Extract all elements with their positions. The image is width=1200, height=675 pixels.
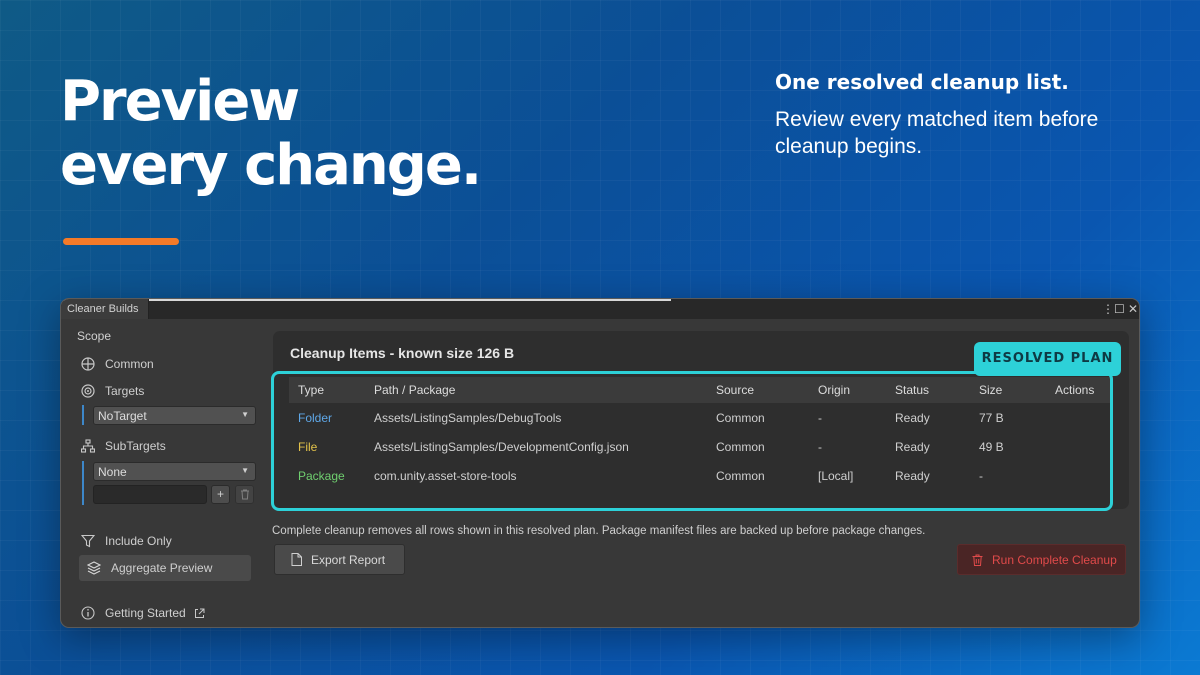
document-icon: [291, 553, 302, 566]
sidebar-item-label: Aggregate Preview: [111, 561, 213, 575]
target-icon: [81, 384, 95, 398]
filter-icon: [81, 534, 95, 548]
tagline-title: One resolved cleanup list.: [775, 70, 1069, 94]
scope-label: Scope: [77, 329, 112, 343]
maximize-icon[interactable]: ☐: [1114, 301, 1125, 317]
titlebar-highlight-line: [61, 299, 671, 301]
sidebar: Scope Common Targets NoTarget ▼ SubTarge…: [61, 319, 261, 627]
subtargets-select[interactable]: None ▼: [93, 462, 256, 481]
sidebar-item-label: Include Only: [105, 534, 172, 548]
run-complete-cleanup-button[interactable]: Run Complete Cleanup: [957, 544, 1126, 575]
cleanup-footnote: Complete cleanup removes all rows shown …: [272, 525, 926, 537]
sidebar-item-targets[interactable]: Targets: [81, 380, 144, 402]
tagline-body: Review every matched item before cleanup…: [775, 108, 1099, 158]
add-subtarget-button[interactable]: +: [211, 485, 230, 504]
external-link-icon: [194, 608, 205, 619]
resolved-plan-highlight: [271, 371, 1113, 511]
trash-icon: [972, 554, 983, 566]
layers-icon: [87, 561, 101, 575]
targets-rail: [82, 405, 84, 425]
hero-line-2: every change.: [60, 133, 482, 198]
close-icon[interactable]: ✕: [1128, 301, 1138, 317]
sidebar-item-aggregate-preview[interactable]: Aggregate Preview: [79, 555, 251, 581]
run-complete-cleanup-label: Run Complete Cleanup: [992, 552, 1117, 567]
chevron-down-icon: ▼: [241, 466, 249, 475]
chevron-down-icon: ▼: [241, 410, 249, 419]
sidebar-item-label: SubTargets: [105, 439, 166, 453]
info-icon: [81, 606, 95, 620]
window-tab[interactable]: Cleaner Builds: [61, 299, 149, 319]
window-titlebar: Cleaner Builds ⋮ ☐ ✕: [61, 299, 1139, 319]
sidebar-item-subtargets[interactable]: SubTargets: [81, 435, 166, 457]
trash-icon: [240, 489, 250, 503]
subtarget-name-input[interactable]: [93, 485, 207, 504]
hero-headline: Preview every change.: [60, 69, 482, 198]
sidebar-item-common[interactable]: Common: [81, 353, 154, 375]
targets-select[interactable]: NoTarget ▼: [93, 406, 256, 425]
sidebar-item-label: Targets: [105, 384, 145, 398]
hero-line-1: Preview: [60, 69, 300, 134]
resolved-plan-badge: RESOLVED PLAN: [974, 342, 1121, 376]
sidebar-item-label: Common: [105, 357, 154, 371]
export-report-label: Export Report: [311, 552, 386, 567]
remove-subtarget-button[interactable]: [235, 485, 254, 504]
subtargets-rail: [82, 461, 84, 505]
sidebar-item-include-only[interactable]: Include Only: [81, 530, 172, 552]
panel-title: Cleanup Items - known size 126 B: [290, 345, 515, 361]
hierarchy-icon: [81, 439, 95, 453]
targets-select-value: NoTarget: [98, 409, 147, 423]
crosshair-circle-icon: [81, 357, 95, 371]
menu-icon[interactable]: ⋮: [1102, 301, 1114, 317]
accent-bar: [63, 238, 179, 245]
sidebar-item-label: Getting Started: [105, 606, 186, 620]
getting-started-link[interactable]: Getting Started: [81, 602, 205, 624]
subtargets-select-value: None: [98, 465, 127, 479]
cleaner-builds-window: Cleaner Builds ⋮ ☐ ✕ Scope Common Target…: [60, 298, 1140, 628]
export-report-button[interactable]: Export Report: [274, 544, 405, 575]
